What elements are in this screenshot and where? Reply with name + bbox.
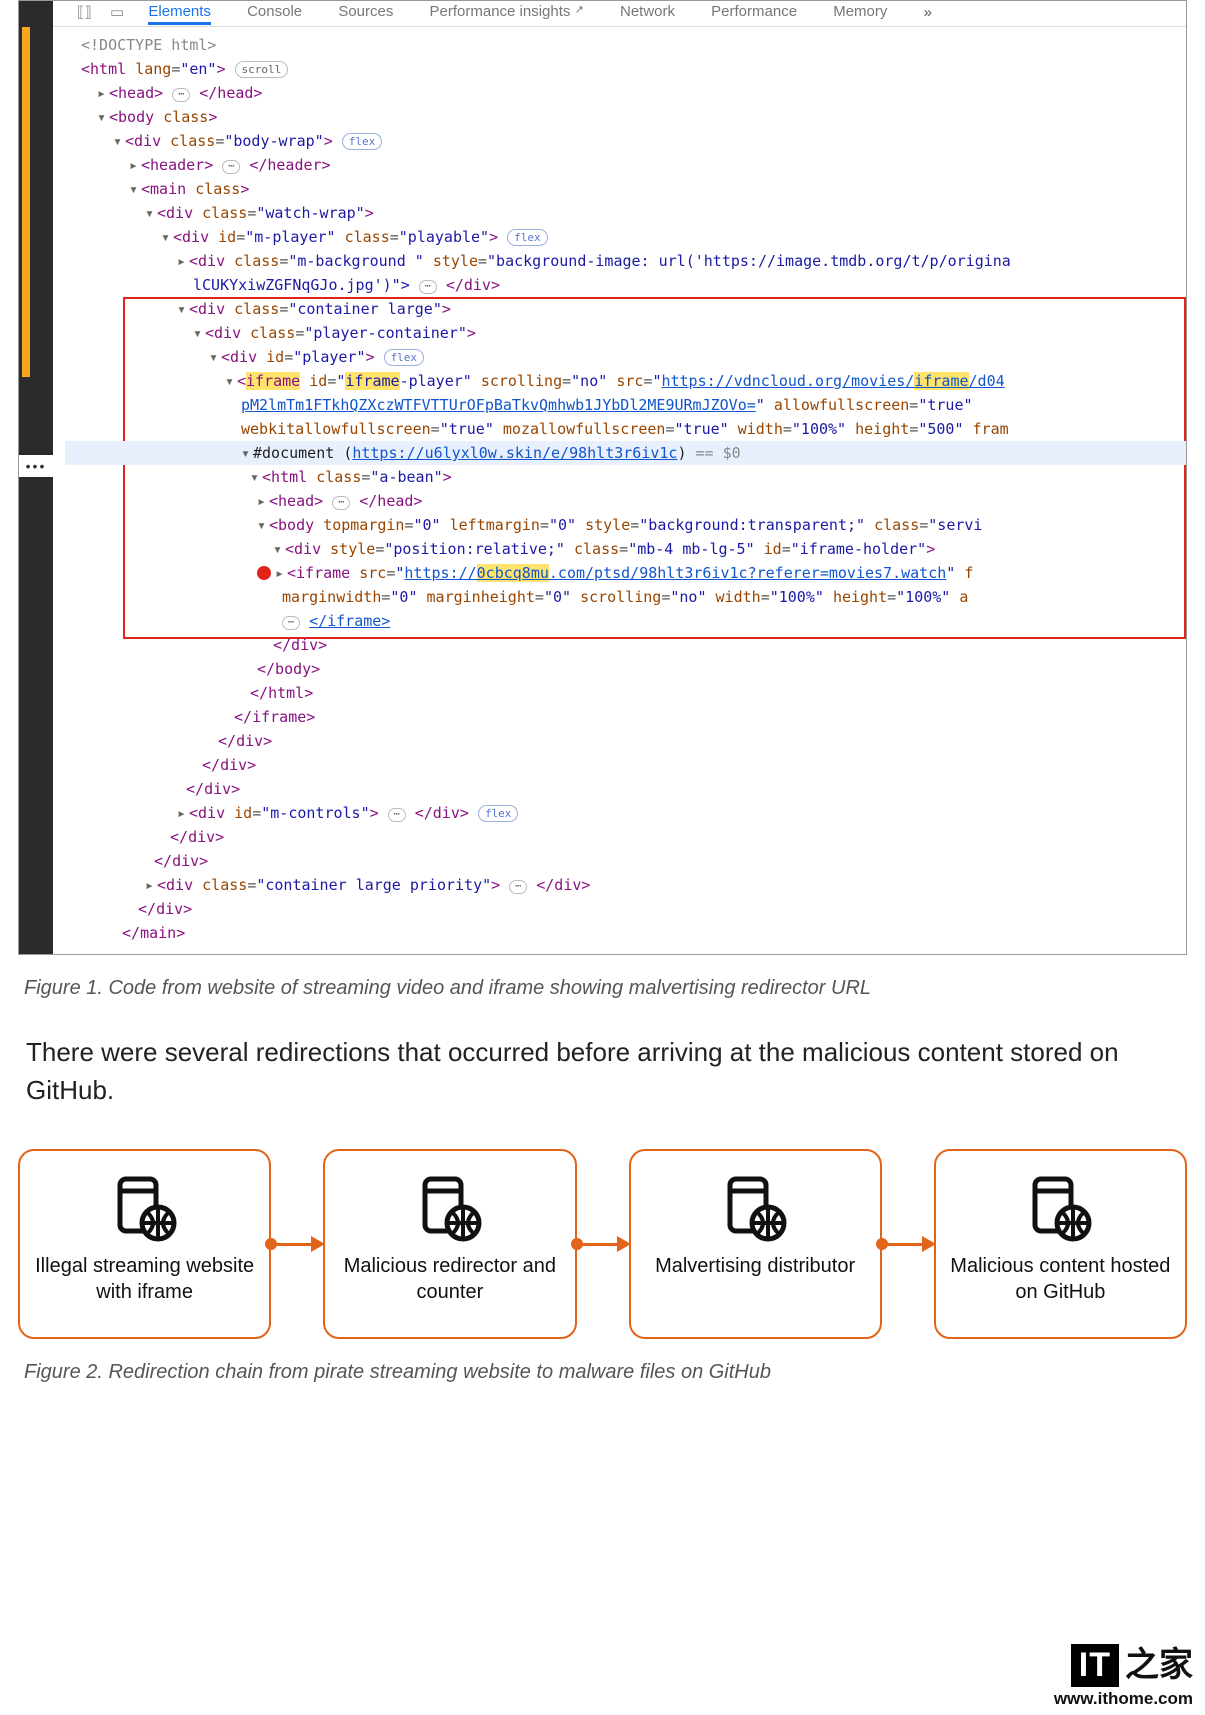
dom-line[interactable]: </html> (65, 681, 1186, 705)
website-globe-icon (716, 1173, 794, 1243)
devtools-tab-strip[interactable]: ⟦⟧ ▭ Elements Console Sources Performanc… (53, 1, 1186, 27)
redirection-chain-diagram: Illegal streaming website with iframe Ma… (18, 1149, 1187, 1339)
dom-line[interactable]: </div> (65, 849, 1186, 873)
website-globe-icon (411, 1173, 489, 1243)
dom-line[interactable]: ▾<div class="player-container"> (65, 321, 1186, 345)
flex-badge: flex (384, 349, 425, 366)
dom-line[interactable]: ▾<body topmargin="0" leftmargin="0" styl… (65, 513, 1186, 537)
dom-line[interactable]: ▾<div id="player"> flex (65, 345, 1186, 369)
watermark: IT之家 www.ithome.com (1054, 1637, 1193, 1709)
dom-line[interactable]: ▾<html class="a-bean"> (65, 465, 1186, 489)
figure2-caption: Figure 2. Redirection chain from pirate … (24, 1361, 1181, 1384)
inspect-icon[interactable]: ⟦⟧ (77, 4, 92, 21)
flex-badge: flex (507, 229, 548, 246)
dom-line[interactable]: ▾<div class="container large"> (65, 297, 1186, 321)
watermark-badge: IT (1071, 1644, 1119, 1687)
flex-badge: flex (478, 805, 519, 822)
dom-line[interactable]: ▾<div style="position:relative;" class="… (65, 537, 1186, 561)
dom-line[interactable]: <!DOCTYPE html> (65, 33, 1186, 57)
tab-network[interactable]: Network (620, 3, 675, 20)
tab-console[interactable]: Console (247, 3, 302, 20)
dom-line[interactable]: pM2lmTm1FTkhQZXczWTFVTTUrOFpBaTkvQmhwb1J… (65, 393, 1186, 417)
diagram-node: Malicious redirector and counter (323, 1149, 576, 1339)
devtools-activity-bar (19, 1, 53, 954)
tabs-overflow-icon[interactable]: » (924, 4, 932, 21)
tab-perf-insights[interactable]: Performance insights ↗ (430, 3, 584, 20)
dom-line[interactable]: </div> (65, 825, 1186, 849)
dom-line[interactable]: webkitallowfullscreen="true" mozallowful… (65, 417, 1186, 441)
watermark-url: www.ithome.com (1054, 1689, 1193, 1709)
dom-line[interactable]: ▾<main class> (65, 177, 1186, 201)
tab-memory[interactable]: Memory (833, 3, 887, 20)
dom-line[interactable]: ▾<body class> (65, 105, 1186, 129)
dom-line[interactable]: ▾<div class="watch-wrap"> (65, 201, 1186, 225)
dom-line[interactable]: ▾<iframe id="iframe-player" scrolling="n… (65, 369, 1186, 393)
dom-line[interactable]: </iframe> (65, 705, 1186, 729)
device-toggle-icon[interactable]: ▭ (110, 4, 124, 21)
dom-line-selected[interactable]: ▾#document (https://u6lyxl0w.skin/e/98hl… (65, 441, 1186, 465)
dom-line[interactable]: </div> (65, 633, 1186, 657)
figure1-caption: Figure 1. Code from website of streaming… (24, 977, 1181, 1000)
breakpoint-icon[interactable] (257, 566, 271, 580)
diagram-arrow (271, 1243, 323, 1245)
dom-line[interactable]: lCUKYxiwZGFNqGJo.jpg')"> ⋯ </div> (65, 273, 1186, 297)
dom-line[interactable]: ⋯ </iframe> (65, 609, 1186, 633)
diagram-node-label: Illegal streaming website with iframe (30, 1253, 259, 1305)
devtools-screenshot: ••• ⟦⟧ ▭ Elements Console Sources Perfor… (18, 0, 1187, 955)
dom-line[interactable]: <html lang="en"> scroll (65, 57, 1186, 81)
dom-line[interactable]: </div> (65, 753, 1186, 777)
diagram-node-label: Malvertising distributor (655, 1253, 855, 1279)
dom-line[interactable]: marginwidth="0" marginheight="0" scrolli… (65, 585, 1186, 609)
website-globe-icon (1021, 1173, 1099, 1243)
watermark-text: 之家 (1125, 1646, 1193, 1684)
tab-elements[interactable]: Elements (148, 3, 211, 25)
dom-line[interactable]: ▸<div id="m-controls"> ⋯ </div> flex (65, 801, 1186, 825)
diagram-arrow (882, 1243, 934, 1245)
dom-line[interactable]: </div> (65, 777, 1186, 801)
dom-line[interactable]: </body> (65, 657, 1186, 681)
diagram-node: Illegal streaming website with iframe (18, 1149, 271, 1339)
website-globe-icon (106, 1173, 184, 1243)
diagram-node-label: Malicious content hosted on GitHub (946, 1253, 1175, 1305)
dom-line[interactable]: ▾<div id="m-player" class="playable"> fl… (65, 225, 1186, 249)
dom-line[interactable]: ▸<head> ⋯ </head> (65, 81, 1186, 105)
dom-line[interactable]: </div> (65, 897, 1186, 921)
dom-line[interactable]: ▸<head> ⋯ </head> (65, 489, 1186, 513)
body-paragraph: There were several redirections that occ… (26, 1034, 1179, 1109)
tab-sources[interactable]: Sources (338, 3, 393, 20)
diagram-node: Malvertising distributor (629, 1149, 882, 1339)
diagram-node-label: Malicious redirector and counter (335, 1253, 564, 1305)
diagram-arrow (577, 1243, 629, 1245)
dom-line[interactable]: </main> (65, 921, 1186, 945)
dom-tree[interactable]: <!DOCTYPE html> <html lang="en"> scroll … (53, 29, 1186, 954)
dom-line[interactable]: ▸<div class="container large priority"> … (65, 873, 1186, 897)
dom-line[interactable]: ▾<div class="body-wrap"> flex (65, 129, 1186, 153)
flex-badge: flex (342, 133, 383, 150)
tab-performance[interactable]: Performance (711, 3, 797, 20)
dom-line[interactable]: ▸<iframe src="https://0cbcq8mu.com/ptsd/… (65, 561, 1186, 585)
scroll-badge: scroll (235, 61, 289, 78)
dom-line[interactable]: ▸<div class="m-background " style="backg… (65, 249, 1186, 273)
dom-line[interactable]: </div> (65, 729, 1186, 753)
dom-line[interactable]: ▸<header> ⋯ </header> (65, 153, 1186, 177)
diagram-node: Malicious content hosted on GitHub (934, 1149, 1187, 1339)
